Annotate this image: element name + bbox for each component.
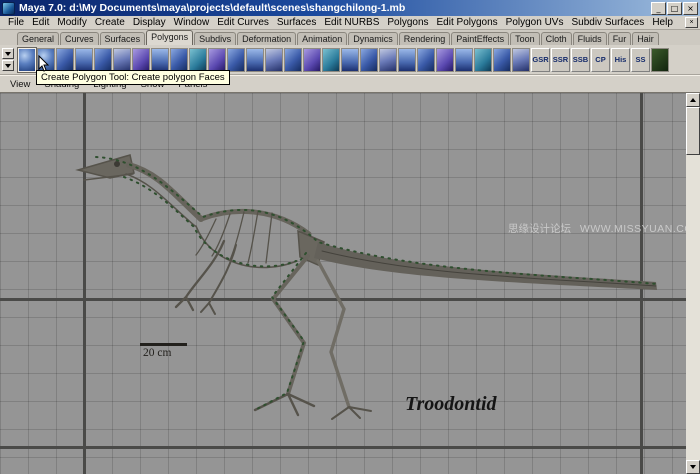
mouse-cursor-icon [38, 55, 50, 73]
close-button[interactable]: × [683, 2, 698, 15]
extrude-face-icon[interactable] [303, 48, 321, 72]
shelf-tab-hair[interactable]: Hair [632, 32, 659, 45]
window-controls: _ □ × [651, 2, 698, 15]
shelf-tab-general[interactable]: General [17, 32, 59, 45]
polygon-cube-icon[interactable] [56, 48, 74, 72]
menu-window[interactable]: Window [170, 17, 214, 28]
polygon-pyramid-icon[interactable] [170, 48, 188, 72]
shelf-tabs-bar: General Curves Surfaces Polygons Subdivs… [0, 30, 700, 45]
shelf-tab-animation[interactable]: Animation [297, 32, 347, 45]
tooltip: Create Polygon Tool: Create polygon Face… [36, 70, 230, 85]
shelf-tab-painteffects[interactable]: PaintEffects [451, 32, 509, 45]
maya-app-icon [2, 2, 15, 15]
viewport[interactable]: 20 cm Troodontid 思缘设计论坛 WWW.MISSYUAN.COM [0, 93, 686, 474]
shelf-button-ssr[interactable]: SSR [551, 48, 570, 72]
shelf-tab-cloth[interactable]: Cloth [541, 32, 572, 45]
troodontid-skeleton-image [0, 93, 686, 474]
shelf-tab-fluids[interactable]: Fluids [573, 32, 607, 45]
split-polygon-tool-icon[interactable] [379, 48, 397, 72]
shelf-menu-button[interactable] [2, 60, 14, 71]
menu-edit-curves[interactable]: Edit Curves [213, 17, 273, 28]
scale-bar [140, 343, 187, 346]
smooth-polygon-icon[interactable] [227, 48, 245, 72]
shelf-tab-toon[interactable]: Toon [510, 32, 540, 45]
scrollbar-thumb[interactable] [686, 107, 700, 155]
shelf-tab-rendering[interactable]: Rendering [399, 32, 451, 45]
subdivide-polygon-icon[interactable] [455, 48, 473, 72]
menu-modify[interactable]: Modify [53, 17, 90, 28]
arrow-up-icon [690, 98, 696, 102]
menu-bar: File Edit Modify Create Display Window E… [0, 16, 700, 30]
mirror-geometry-icon[interactable] [284, 48, 302, 72]
shelf-tab-dynamics[interactable]: Dynamics [348, 32, 398, 45]
polygon-cone-icon[interactable] [94, 48, 112, 72]
scroll-up-button[interactable] [686, 93, 700, 107]
shelf-button-ss[interactable]: SS [631, 48, 650, 72]
menu-edit-nurbs[interactable]: Edit NURBS [320, 17, 383, 28]
chevron-down-icon [5, 52, 11, 56]
poke-faces-icon[interactable] [436, 48, 454, 72]
maya-window: Maya 7.0: d:\My Documents\maya\projects\… [0, 0, 700, 474]
title-bar: Maya 7.0: d:\My Documents\maya\projects\… [0, 0, 700, 16]
shelf-tab-fur[interactable]: Fur [608, 32, 632, 45]
scale-bar-label: 20 cm [143, 347, 171, 359]
arrow-down-icon [690, 465, 696, 469]
reduce-polygon-icon[interactable] [246, 48, 264, 72]
combine-polygons-icon[interactable] [265, 48, 283, 72]
shelf-tab-surfaces[interactable]: Surfaces [100, 32, 146, 45]
shelf-tab-deformation[interactable]: Deformation [237, 32, 296, 45]
menu-polygons[interactable]: Polygons [383, 17, 432, 28]
vertical-scrollbar[interactable] [686, 93, 700, 474]
polygon-torus-icon[interactable] [132, 48, 150, 72]
watermark: 思缘设计论坛 WWW.MISSYUAN.COM [508, 221, 686, 236]
sculpt-polygon-tool-icon[interactable] [512, 48, 530, 72]
menu-polygon-uvs[interactable]: Polygon UVs [502, 17, 568, 28]
shelf-button-cp[interactable]: CP [591, 48, 610, 72]
shelf-button-gsr[interactable]: GSR [531, 48, 550, 72]
menu-edit[interactable]: Edit [28, 17, 53, 28]
child-close-button[interactable]: × [685, 17, 698, 28]
menu-display[interactable]: Display [129, 17, 170, 28]
menu-surfaces[interactable]: Surfaces [273, 17, 320, 28]
panel-menu-view[interactable]: View [4, 79, 36, 90]
scroll-down-button[interactable] [686, 460, 700, 474]
menu-edit-polygons[interactable]: Edit Polygons [433, 17, 502, 28]
minimize-button[interactable]: _ [651, 2, 666, 15]
menu-create[interactable]: Create [91, 17, 129, 28]
triangulate-icon[interactable] [474, 48, 492, 72]
paint-effects-icon[interactable] [651, 48, 669, 72]
maximize-button[interactable]: □ [667, 2, 682, 15]
watermark-url: WWW.MISSYUAN.COM [580, 223, 686, 235]
watermark-chinese: 思缘设计论坛 [508, 223, 571, 235]
polygon-prism-icon[interactable] [151, 48, 169, 72]
shelf-tab-selector-button[interactable] [2, 48, 14, 59]
cut-faces-tool-icon[interactable] [417, 48, 435, 72]
shelf-icons: GSR SSR SSB CP His SS [18, 48, 669, 72]
create-polygon-tool-icon[interactable] [18, 48, 36, 72]
shelf-button-ssb[interactable]: SSB [571, 48, 590, 72]
polygon-pipe-icon[interactable] [189, 48, 207, 72]
menu-help[interactable]: Help [648, 17, 677, 28]
shelf-arrow-buttons [0, 48, 16, 71]
window-title: Maya 7.0: d:\My Documents\maya\projects\… [19, 2, 651, 14]
menu-file[interactable]: File [4, 17, 28, 28]
polygon-cylinder-icon[interactable] [75, 48, 93, 72]
shelf-tab-curves[interactable]: Curves [60, 32, 99, 45]
wedge-faces-icon[interactable] [341, 48, 359, 72]
polygon-helix-icon[interactable] [208, 48, 226, 72]
append-polygon-tool-icon[interactable] [398, 48, 416, 72]
extrude-edge-icon[interactable] [322, 48, 340, 72]
shelf-tab-polygons[interactable]: Polygons [146, 30, 193, 45]
chevron-down-icon [5, 64, 11, 68]
quadrangulate-icon[interactable] [493, 48, 511, 72]
polygon-plane-icon[interactable] [113, 48, 131, 72]
shelf-button-his[interactable]: His [611, 48, 630, 72]
shelf-tab-subdivs[interactable]: Subdivs [194, 32, 236, 45]
menu-subdiv-surfaces[interactable]: Subdiv Surfaces [567, 17, 648, 28]
specimen-caption: Troodontid [405, 393, 497, 416]
merge-vertices-icon[interactable] [360, 48, 378, 72]
